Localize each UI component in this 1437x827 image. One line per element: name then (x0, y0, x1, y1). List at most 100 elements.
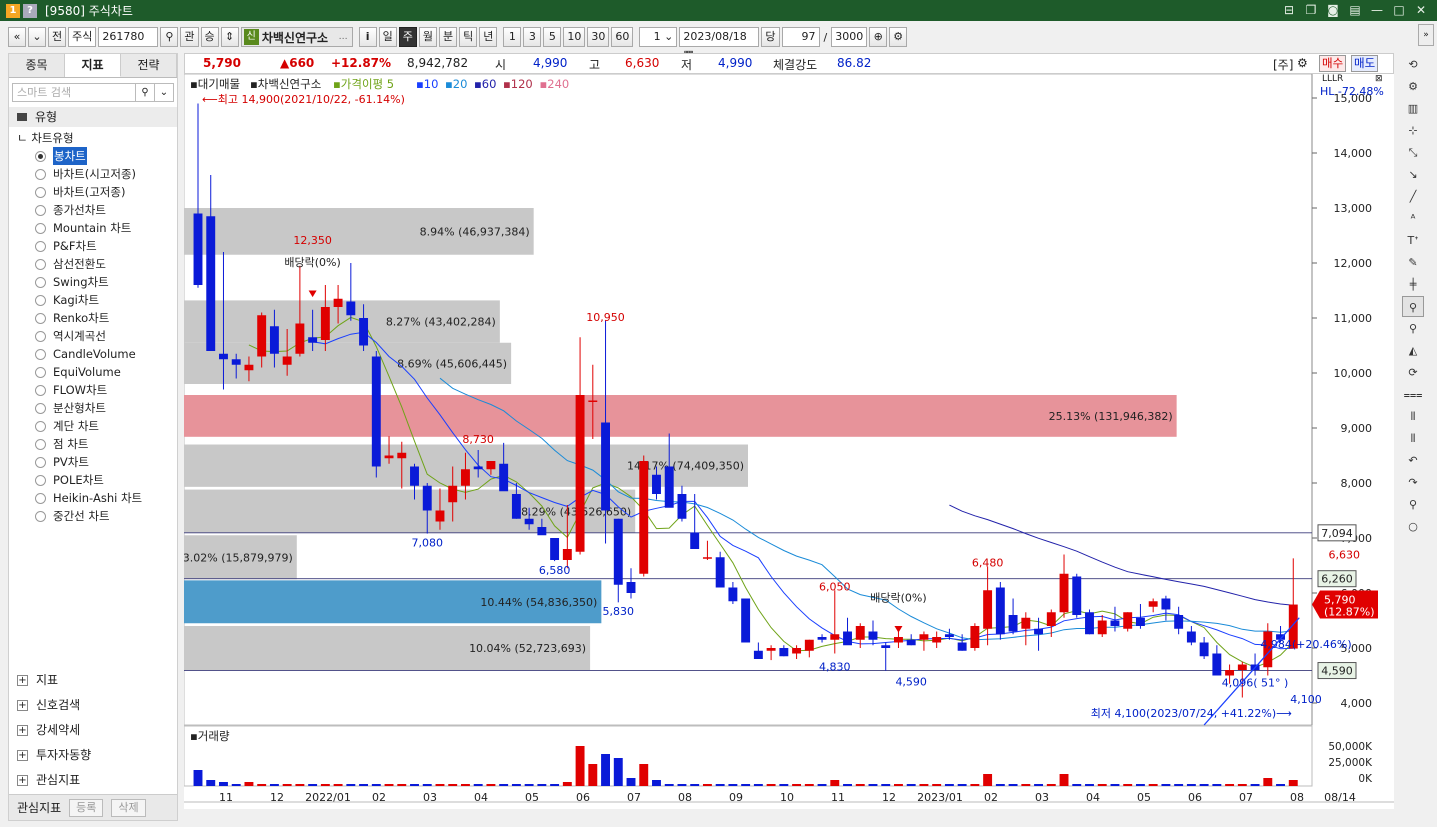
tab-stocks[interactable]: 종목 (9, 54, 65, 77)
radio-icon[interactable] (35, 510, 46, 522)
copy-icon[interactable]: ❐ (1303, 2, 1319, 18)
grid-lines-icon[interactable]: ⦀ (1402, 428, 1424, 449)
radio-icon[interactable] (35, 294, 46, 306)
zoom-icon[interactable]: ⚲ (1402, 296, 1424, 317)
radio-icon[interactable] (35, 258, 46, 270)
count-input[interactable]: 97 (781, 27, 820, 47)
refresh-icon[interactable]: ⟲ (1402, 54, 1424, 75)
redo-icon[interactable]: ↷ (1402, 472, 1424, 493)
radio-icon[interactable] (35, 276, 46, 288)
radio-icon[interactable] (35, 492, 46, 504)
radio-icon[interactable] (35, 330, 46, 342)
period-month-button[interactable]: 월 (418, 27, 437, 47)
chart-type-item[interactable]: 바차트(시고저종) (17, 165, 177, 183)
group-investor[interactable]: + 투자자동향 (9, 743, 177, 768)
asset-type-select[interactable]: 주식 (68, 27, 97, 47)
zoom-fit-icon[interactable]: ⚲ (1402, 318, 1424, 339)
radio-icon[interactable] (35, 474, 46, 486)
text-tool-icon[interactable]: Tᐩ (1402, 230, 1424, 251)
print-icon[interactable]: ▤ (1347, 2, 1363, 18)
chart-type-item[interactable]: Kagi차트 (17, 291, 177, 309)
chart-type-icon[interactable]: ▥ (1402, 98, 1424, 119)
screen-number-icon[interactable]: 1 (6, 3, 20, 18)
chart-type-item[interactable]: FLOW차트 (17, 381, 177, 399)
gwan-button[interactable]: 관 (180, 27, 199, 47)
settings-icon[interactable]: ⚙ (1402, 76, 1424, 97)
tree-root[interactable]: ㄴ 차트유형 (17, 129, 177, 147)
toolbar-settings-icon[interactable]: ⚙ (889, 27, 908, 47)
section-type[interactable]: 유형 (9, 107, 177, 127)
prev-button[interactable]: « (8, 27, 26, 47)
fib-icon[interactable]: ⩶ (1402, 384, 1424, 405)
drawing-icon[interactable]: ✎ (1402, 252, 1424, 273)
radio-icon[interactable] (35, 366, 46, 378)
radio-icon[interactable] (35, 168, 46, 180)
unit-3-button[interactable]: 3 (523, 27, 542, 47)
trendline-icon[interactable]: ⤡ (1402, 142, 1424, 163)
help-icon[interactable]: ? (23, 3, 37, 18)
radio-icon[interactable] (35, 456, 46, 468)
circle-icon[interactable]: ○ (1402, 516, 1424, 537)
cycle-icon[interactable]: ⟳ (1402, 362, 1424, 383)
chart-type-item[interactable]: 바차트(고저종) (17, 183, 177, 201)
crosshair-icon[interactable]: ⊹ (1402, 120, 1424, 141)
chevron-down-icon[interactable]: ⌄ (155, 83, 174, 102)
radio-icon[interactable] (35, 150, 46, 162)
auto-icon[interactable]: ᴬ (1402, 208, 1424, 229)
radio-icon[interactable] (35, 384, 46, 396)
chart-type-item[interactable]: 계단 차트 (17, 417, 177, 435)
toolbar-scroll-right-icon[interactable]: » (1418, 24, 1434, 46)
sell-button[interactable]: 매도 (1351, 55, 1379, 72)
search-icon[interactable]: ⚲ (136, 83, 155, 102)
price-chart[interactable]: 8.94% (46,937,384) 8.27% (43,402,284) 8.69… (183, 73, 1394, 809)
unit-60-button[interactable]: 60 (611, 27, 634, 47)
chart-type-item[interactable]: 점 차트 (17, 435, 177, 453)
corp-name-field[interactable]: 신 차백신연구소 … (240, 27, 353, 47)
chart-type-item[interactable]: 분산형차트 (17, 399, 177, 417)
code-input[interactable]: 261780 ⌄ (98, 27, 159, 61)
radio-icon[interactable] (35, 312, 46, 324)
chart-canvas[interactable]: 8.94% (46,937,384) 8.27% (43,402,284) 8.69… (183, 73, 1394, 809)
date-input[interactable]: 2023/08/18 ▦ (679, 27, 760, 61)
tab-indicators[interactable]: 지표 (65, 54, 121, 77)
unit-10-button[interactable]: 10 (563, 27, 586, 47)
angle-line-icon[interactable]: ↘ (1402, 164, 1424, 185)
candle-icon[interactable]: ╪ (1402, 274, 1424, 295)
seung-button[interactable]: 승 (200, 27, 219, 47)
close-icon[interactable]: ✕ (1413, 2, 1429, 18)
pattern-icon[interactable]: ◭ (1402, 340, 1424, 361)
radio-icon[interactable] (35, 348, 46, 360)
group-favorites[interactable]: + 관심지표 (9, 768, 177, 793)
group-strength[interactable]: + 강세약세 (9, 718, 177, 743)
maximize-icon[interactable]: □ (1391, 2, 1407, 18)
minimize-icon[interactable]: — (1369, 2, 1385, 18)
period-year-button[interactable]: 년 (479, 27, 498, 47)
pin-icon[interactable]: ⊟ (1281, 2, 1297, 18)
search-icon[interactable]: ⚲ (160, 27, 179, 47)
chart-type-item[interactable]: P&F차트 (17, 237, 177, 255)
zoom-plus-icon[interactable]: ⊕ (869, 27, 888, 47)
chart-type-item[interactable]: 역시계곡선 (17, 327, 177, 345)
unit-5-button[interactable]: 5 (543, 27, 562, 47)
radio-icon[interactable] (35, 240, 46, 252)
undo-icon[interactable]: ↶ (1402, 450, 1424, 471)
group-signal-search[interactable]: + 신호검색 (9, 693, 177, 718)
unit-30-button[interactable]: 30 (587, 27, 610, 47)
chart-type-item[interactable]: PV차트 (17, 453, 177, 471)
period-tick-button[interactable]: 틱 (459, 27, 478, 47)
chart-type-item[interactable]: 봉차트 (17, 147, 177, 165)
buy-button[interactable]: 매수 (1319, 55, 1347, 72)
radio-icon[interactable] (35, 222, 46, 234)
diagonal-line-icon[interactable]: ╱ (1402, 186, 1424, 207)
info-button[interactable]: i (358, 27, 377, 47)
radio-icon[interactable] (35, 402, 46, 414)
radio-icon[interactable] (35, 420, 46, 432)
period-week-button[interactable]: 주 (398, 27, 417, 47)
chart-type-item[interactable]: POLE차트 (17, 471, 177, 489)
search-icon[interactable]: ⚲ (1402, 494, 1424, 515)
dang-button[interactable]: 당 (761, 27, 780, 47)
dropdown-button[interactable]: ⌄ (28, 27, 46, 47)
chart-type-item[interactable]: Renko차트 (17, 309, 177, 327)
tab-strategy[interactable]: 전략 (121, 54, 177, 77)
radio-icon[interactable] (35, 438, 46, 450)
